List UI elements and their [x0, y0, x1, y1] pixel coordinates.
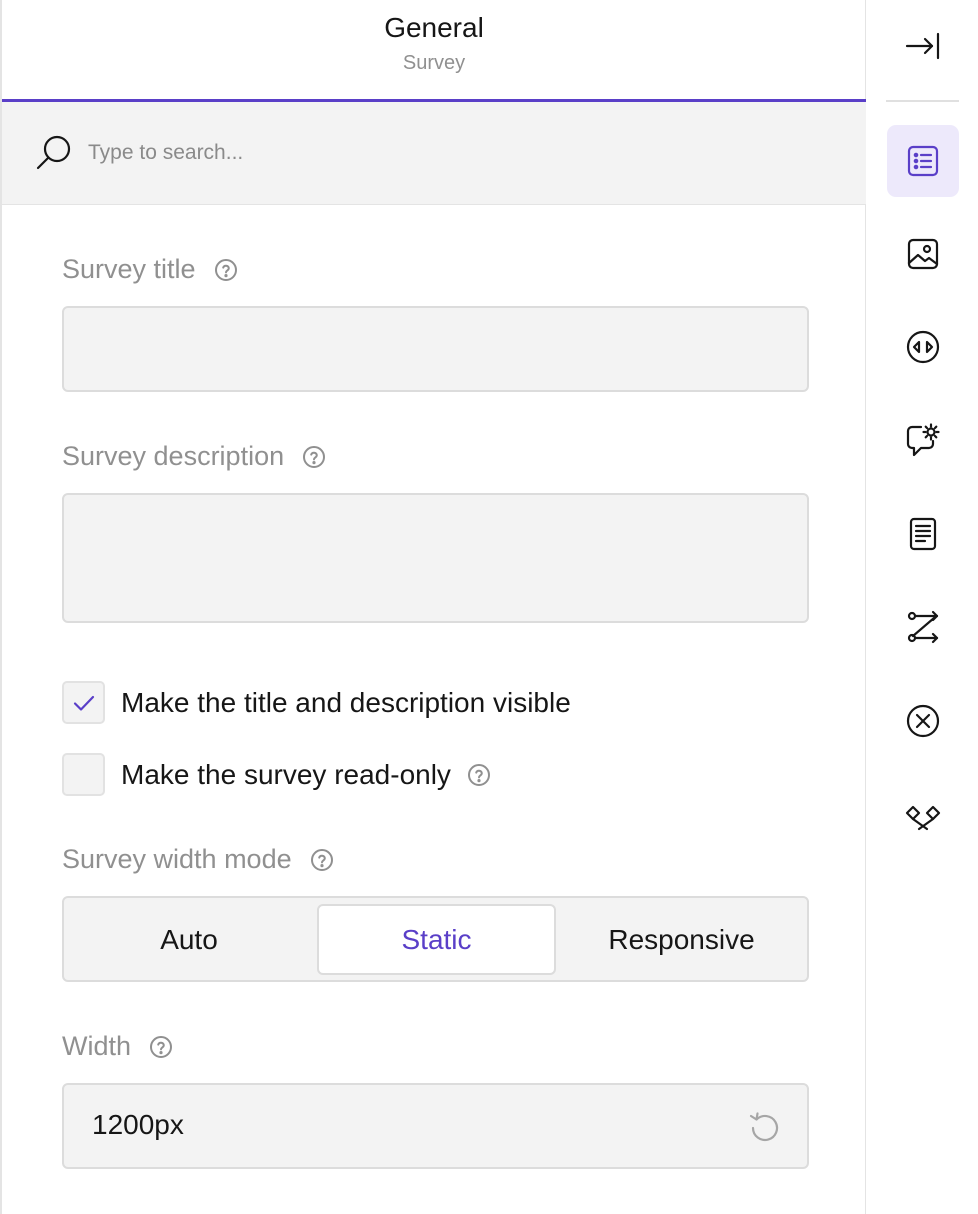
width-label: Width: [62, 1031, 173, 1062]
width-mode-responsive-button[interactable]: Responsive: [562, 904, 801, 975]
help-icon[interactable]: [310, 848, 334, 872]
survey-title-label: Survey title: [62, 254, 238, 285]
read-only-label[interactable]: Make the survey read-only: [121, 759, 451, 791]
timer-button[interactable]: [887, 778, 959, 850]
width-mode-auto-button[interactable]: Auto: [70, 904, 308, 975]
question-settings-icon: [906, 423, 940, 457]
survey-title-input[interactable]: [62, 306, 809, 392]
show-title-row: Make the title and description visible: [62, 681, 571, 724]
survey-description-textarea[interactable]: [62, 493, 809, 623]
width-mode-static-button[interactable]: Static: [317, 904, 556, 975]
property-panel: General Survey Survey title Survey descr…: [0, 0, 866, 1214]
pages-button[interactable]: [887, 498, 959, 570]
survey-title-label-text: Survey title: [62, 254, 196, 284]
collapse-panel-button[interactable]: [887, 10, 959, 82]
side-toolbar: [866, 0, 978, 1214]
logo-image-button[interactable]: [887, 218, 959, 290]
validation-button[interactable]: [887, 685, 959, 757]
search-input[interactable]: [88, 130, 828, 176]
width-value: 1200px: [92, 1109, 184, 1140]
timer-icon: [905, 805, 941, 831]
panel-header: General Survey: [2, 0, 866, 102]
survey-description-label-text: Survey description: [62, 441, 285, 471]
help-icon[interactable]: [467, 763, 491, 787]
width-input[interactable]: 1200px: [62, 1083, 809, 1169]
navigation-button[interactable]: [887, 311, 959, 383]
help-icon[interactable]: [214, 258, 238, 282]
reset-icon[interactable]: [747, 1111, 781, 1145]
width-label-text: Width: [62, 1031, 132, 1061]
width-mode-label-text: Survey width mode: [62, 844, 292, 874]
show-title-label[interactable]: Make the title and description visible: [121, 687, 571, 719]
read-only-row: Make the survey read-only: [62, 753, 491, 796]
check-icon: [73, 695, 94, 711]
navigation-icon: [906, 330, 940, 364]
toolbar-divider: [886, 100, 959, 102]
help-icon[interactable]: [149, 1035, 173, 1059]
width-mode-selector: Auto Static Responsive: [62, 896, 809, 982]
collapse-panel-icon: [905, 32, 940, 60]
pages-icon: [909, 517, 937, 551]
validation-icon: [906, 704, 940, 738]
help-icon[interactable]: [302, 445, 326, 469]
survey-description-label: Survey description: [62, 441, 326, 472]
logo-image-icon: [907, 238, 939, 270]
read-only-checkbox[interactable]: [62, 753, 105, 796]
panel-title: General: [384, 12, 484, 43]
general-settings-icon: [907, 145, 939, 177]
logic-icon: [907, 610, 939, 644]
question-settings-button[interactable]: [887, 404, 959, 476]
logic-button[interactable]: [887, 591, 959, 663]
panel-subtitle: Survey: [402, 52, 466, 74]
width-mode-label: Survey width mode: [62, 844, 334, 875]
show-title-checkbox[interactable]: [62, 681, 105, 724]
search-icon: [34, 132, 74, 172]
general-settings-button[interactable]: [887, 125, 959, 197]
